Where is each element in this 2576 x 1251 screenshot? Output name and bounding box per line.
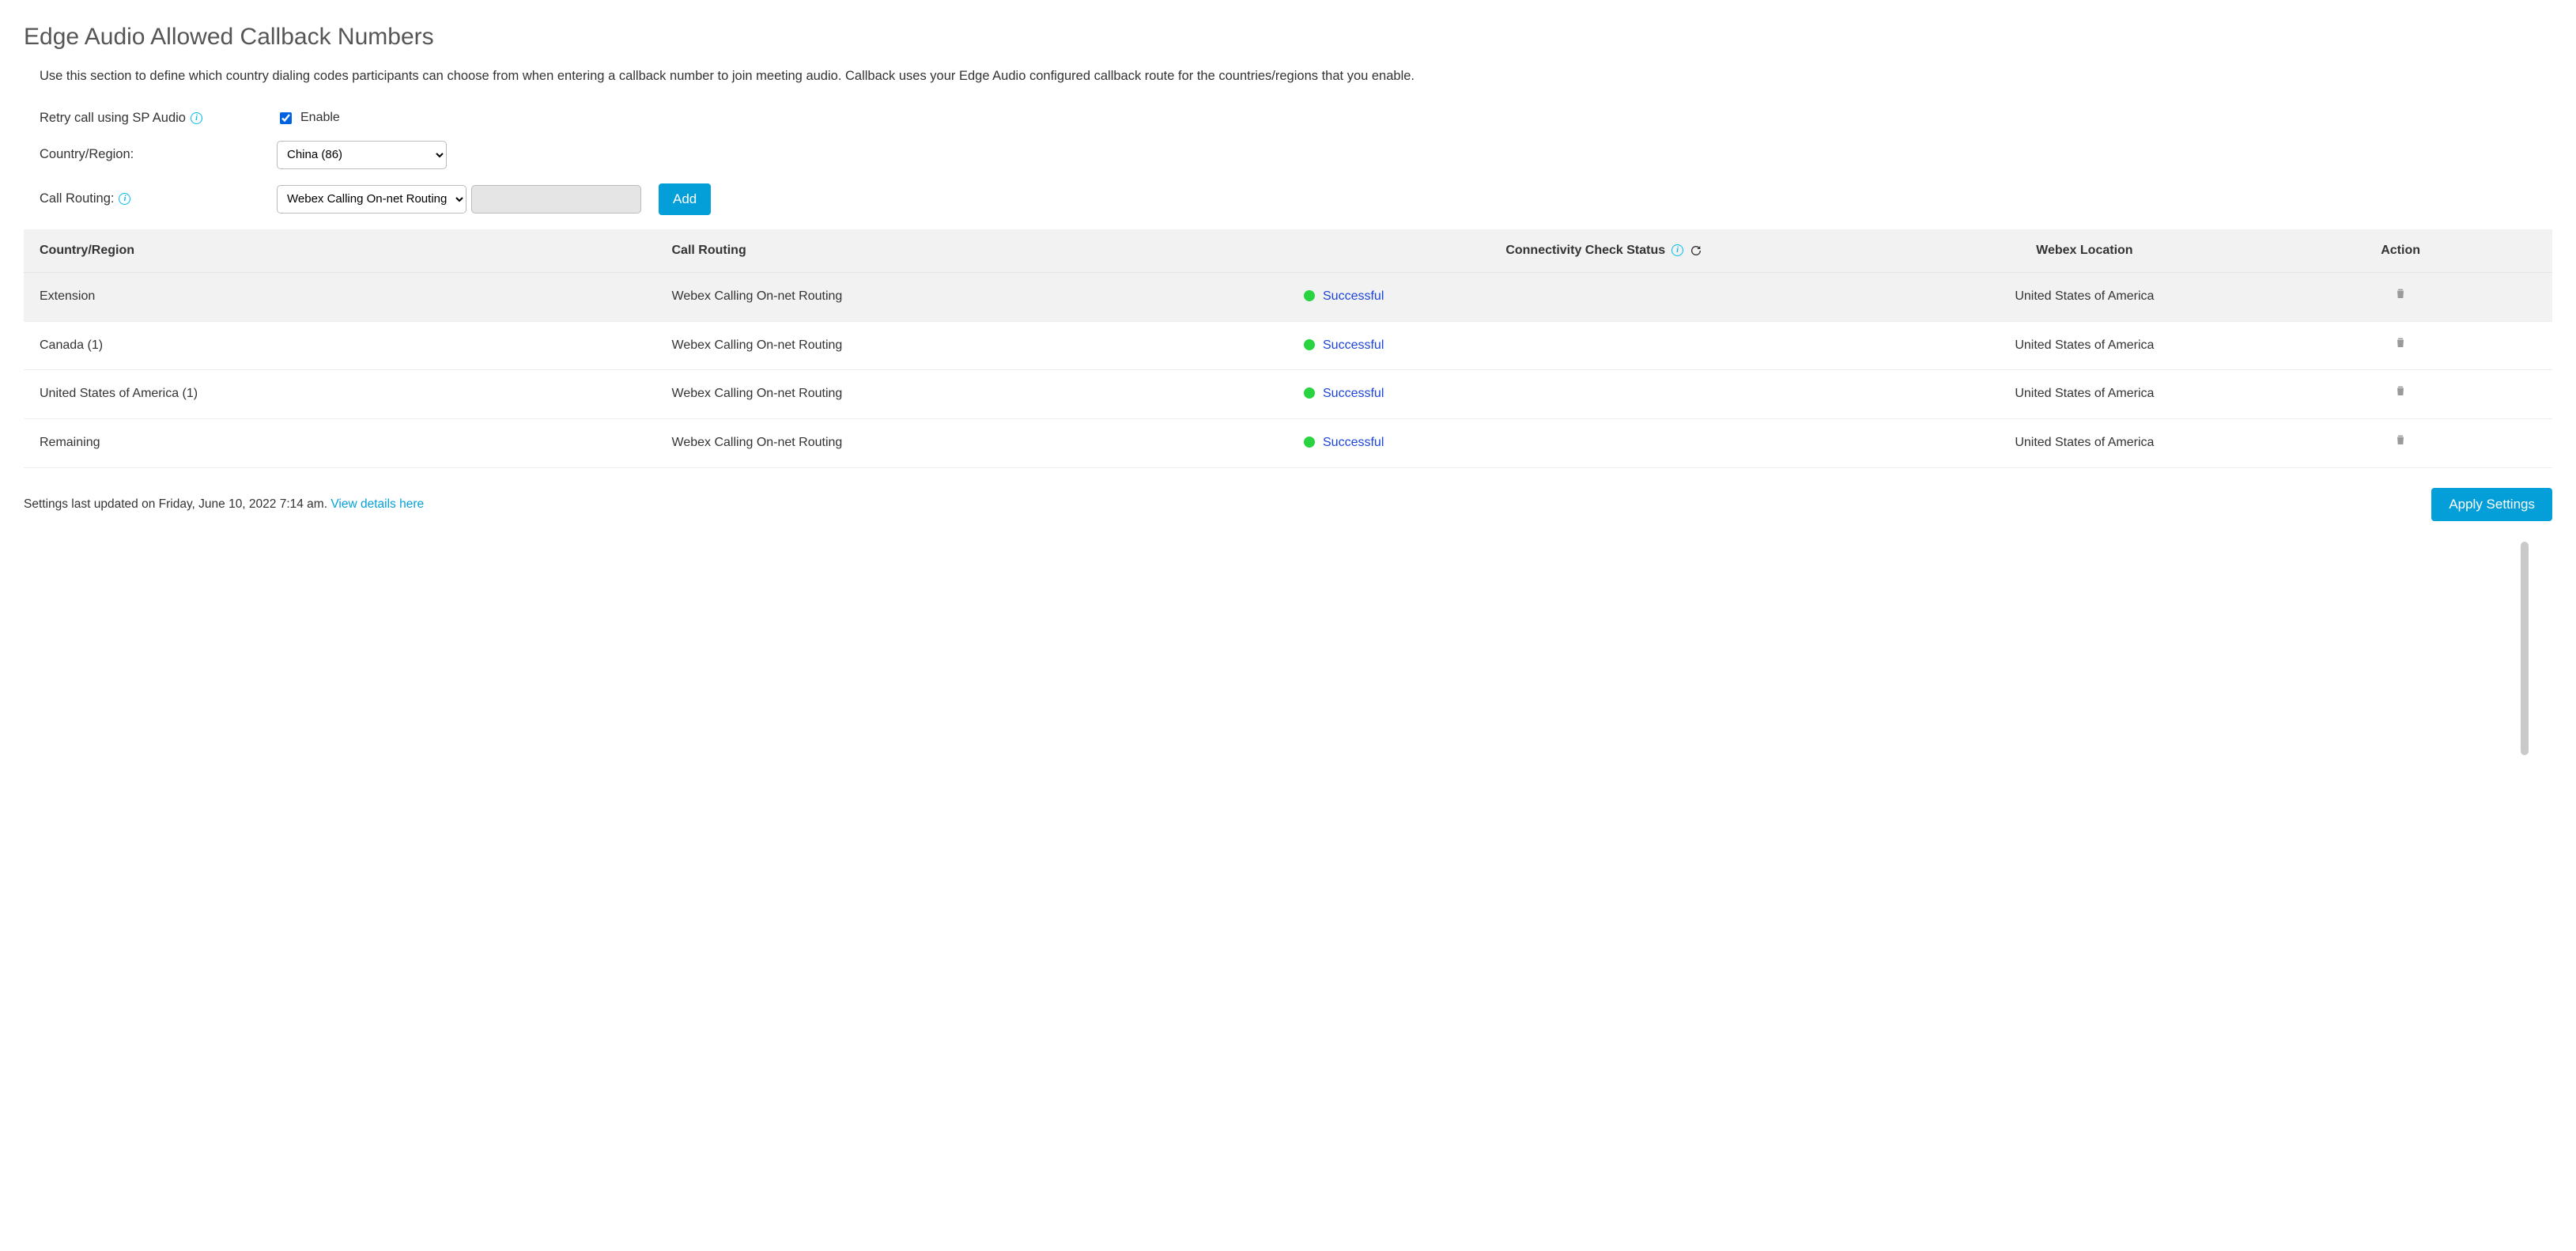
status-dot-icon (1304, 437, 1315, 448)
status-link[interactable]: Successful (1323, 432, 1384, 455)
cell-action (2249, 370, 2552, 419)
page-title: Edge Audio Allowed Callback Numbers (24, 24, 2552, 51)
cell-country: Remaining (24, 419, 656, 468)
table-row: Canada (1)Webex Calling On-net Routing Su… (24, 321, 2552, 370)
trash-icon[interactable] (2394, 433, 2407, 446)
cell-routing: Webex Calling On-net Routing (656, 419, 1289, 468)
cell-location: United States of America (1921, 419, 2249, 468)
th-country: Country/Region (24, 229, 656, 273)
cell-country: Extension (24, 272, 656, 321)
trash-icon[interactable] (2394, 384, 2407, 397)
retry-label: Retry call using SP Audio i (40, 111, 277, 126)
footer-text: Settings last updated on Friday, June 10… (24, 497, 424, 512)
add-button[interactable]: Add (659, 183, 711, 215)
cell-routing: Webex Calling On-net Routing (656, 272, 1289, 321)
cell-location: United States of America (1921, 370, 2249, 419)
th-status: Connectivity Check Status i (1288, 229, 1921, 273)
refresh-icon[interactable] (1690, 244, 1702, 257)
routing-label: Call Routing: i (40, 191, 277, 206)
cell-location: United States of America (1921, 321, 2249, 370)
status-dot-icon (1304, 290, 1315, 301)
trash-icon[interactable] (2394, 336, 2407, 349)
scrollbar[interactable] (2521, 542, 2529, 755)
routing-label-text: Call Routing: (40, 191, 114, 206)
cell-status: Successful (1288, 370, 1921, 419)
cell-country: United States of America (1) (24, 370, 656, 419)
info-icon[interactable]: i (119, 193, 130, 205)
cell-action (2249, 272, 2552, 321)
info-icon[interactable]: i (191, 112, 202, 124)
status-link[interactable]: Successful (1323, 383, 1384, 406)
cell-status: Successful (1288, 321, 1921, 370)
cell-action (2249, 419, 2552, 468)
enable-checkbox[interactable] (280, 112, 292, 124)
country-select[interactable]: China (86) (277, 141, 447, 169)
callback-table: Country/Region Call Routing Connectivity… (24, 229, 2552, 468)
th-action: Action (2249, 229, 2552, 273)
table-row: RemainingWebex Calling On-net Routing Suc… (24, 419, 2552, 468)
cell-routing: Webex Calling On-net Routing (656, 321, 1289, 370)
cell-status: Successful (1288, 272, 1921, 321)
trash-icon[interactable] (2394, 287, 2407, 300)
routing-extra-input[interactable] (471, 185, 641, 214)
table-row: ExtensionWebex Calling On-net Routing Suc… (24, 272, 2552, 321)
routing-select[interactable]: Webex Calling On-net Routing (277, 185, 466, 214)
cell-location: United States of America (1921, 272, 2249, 321)
enable-label: Enable (300, 111, 340, 125)
page-description: Use this section to define which country… (40, 66, 2552, 86)
country-label: Country/Region: (40, 147, 277, 162)
cell-country: Canada (1) (24, 321, 656, 370)
apply-settings-button[interactable]: Apply Settings (2431, 488, 2552, 521)
cell-status: Successful (1288, 419, 1921, 468)
cell-routing: Webex Calling On-net Routing (656, 370, 1289, 419)
th-location: Webex Location (1921, 229, 2249, 273)
table-row: United States of America (1)Webex Callin… (24, 370, 2552, 419)
retry-label-text: Retry call using SP Audio (40, 111, 186, 126)
view-details-link[interactable]: View details here (330, 497, 424, 511)
status-link[interactable]: Successful (1323, 334, 1384, 357)
status-dot-icon (1304, 387, 1315, 399)
info-icon[interactable]: i (1671, 244, 1683, 256)
status-link[interactable]: Successful (1323, 285, 1384, 308)
th-routing: Call Routing (656, 229, 1289, 273)
cell-action (2249, 321, 2552, 370)
status-dot-icon (1304, 339, 1315, 350)
